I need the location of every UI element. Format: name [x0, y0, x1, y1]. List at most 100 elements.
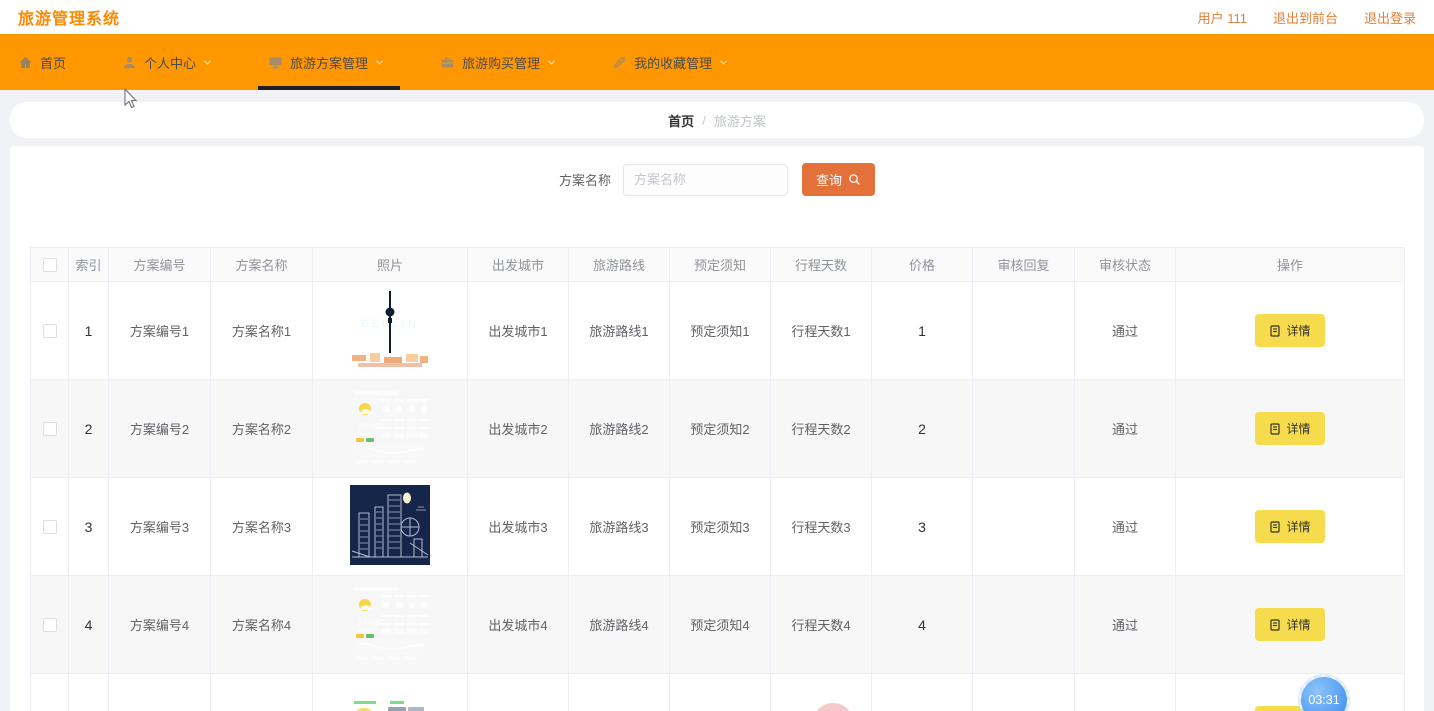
breadcrumb: 首页 / 旅游方案 — [10, 102, 1424, 138]
nav-item-favorites[interactable]: 我的收藏管理 — [600, 34, 754, 90]
column-header: 预定须知 — [669, 247, 771, 282]
cell-index: 4 — [68, 575, 109, 674]
nav-item-purchase[interactable]: 旅游购买管理 — [428, 34, 582, 90]
app-title: 旅游管理系统 — [18, 11, 121, 28]
cell-index: 3 — [68, 477, 109, 576]
cell-departure-city: 出发城市1 — [467, 281, 569, 380]
cell-plan-code — [108, 673, 211, 711]
cell-booking-notice — [669, 673, 771, 711]
detail-button-label: 详情 — [1286, 520, 1311, 534]
column-header: 方案名称 — [210, 247, 313, 282]
cell-trip-days: 行程天数4 — [770, 575, 872, 674]
nav-item-home[interactable]: 首页 — [6, 34, 92, 90]
cell-photo: 27~18° — [312, 575, 468, 674]
cell-plan-name: 方案名称3 — [210, 477, 313, 576]
cell-plan-name: 方案名称2 — [210, 379, 313, 478]
nav-item-label: 我的收藏管理 — [634, 55, 713, 71]
chevron-down-icon — [719, 59, 728, 65]
breadcrumb-home-link[interactable]: 首页 — [668, 111, 694, 130]
column-header: 审核状态 — [1074, 247, 1176, 282]
logout-link[interactable]: 退出登录 — [1364, 8, 1416, 27]
cell-photo: 27~18° — [312, 379, 468, 478]
cell-photo — [312, 477, 468, 576]
column-header: 方案编号 — [108, 247, 211, 282]
document-icon — [1270, 618, 1281, 631]
detail-button[interactable]: 详情 — [1255, 412, 1325, 445]
column-header: 索引 — [68, 247, 109, 282]
row-checkbox[interactable] — [42, 324, 57, 339]
search-field-label: 方案名称 — [558, 173, 611, 188]
nav-item-profile[interactable]: 个人中心 — [110, 34, 238, 90]
cell-plan-name — [210, 673, 313, 711]
cell-departure-city — [467, 673, 569, 711]
row-checkbox[interactable] — [42, 520, 57, 535]
column-header: 旅游路线 — [568, 247, 670, 282]
cell-actions: 详情 — [1175, 673, 1405, 711]
cell-index: 1 — [68, 281, 109, 380]
exit-to-front-link[interactable]: 退出到前台 — [1273, 8, 1338, 27]
detail-button[interactable]: 详情 — [1255, 314, 1325, 347]
detail-button[interactable]: 详情 — [1255, 510, 1325, 543]
detail-button-label: 详情 — [1286, 618, 1311, 632]
detail-button-label: 详情 — [1286, 422, 1311, 436]
table-row: 1方案编号1方案名称1 BERLIN 出发城市1旅游路线1预定须知1行程天数11… — [30, 281, 1405, 380]
search-input[interactable] — [623, 163, 788, 196]
header-links: 用户 111 退出到前台 退出登录 — [1198, 8, 1416, 27]
column-header: 行程天数 — [770, 247, 872, 282]
svg-text:27~18°: 27~18° — [358, 618, 384, 627]
cell-actions: 详情 — [1175, 575, 1405, 674]
column-header: 出发城市 — [467, 247, 569, 282]
cell-photo — [312, 673, 468, 711]
nav-item-label: 个人中心 — [144, 55, 197, 71]
cell-price: 3 — [871, 477, 973, 576]
column-header: 照片 — [312, 247, 468, 282]
cell-plan-code: 方案编号2 — [108, 379, 211, 478]
search-button[interactable]: 查询 — [802, 163, 876, 196]
cell-plan-code: 方案编号4 — [108, 575, 211, 674]
cell-photo: BERLIN — [312, 281, 468, 380]
current-user-label: 用户 111 — [1197, 10, 1247, 26]
user-icon — [123, 56, 136, 68]
row-checkbox[interactable] — [42, 422, 57, 437]
home-icon — [19, 56, 32, 68]
sunny-weather-widget[interactable] — [350, 674, 430, 711]
table-row: 2 方案编号2 方案名称2 27~18° 出发城市2 旅游路线2 预定须知2 行程天数2 2… — [30, 379, 1405, 478]
cell-departure-city: 出发城市2 — [467, 379, 569, 478]
berlin-tower-night-photo[interactable]: BERLIN — [350, 285, 430, 373]
cell-trip-days: 行程天数2 — [770, 379, 872, 478]
cell-price: 2 — [871, 379, 973, 478]
cell-actions: 详情 — [1175, 477, 1405, 576]
cell-departure-city: 出发城市4 — [467, 575, 569, 674]
cell-booking-notice: 预定须知1 — [669, 281, 771, 380]
weather-forecast-widget[interactable]: 27~18° — [350, 583, 430, 663]
chevron-down-icon — [203, 59, 212, 65]
plans-table: 索引 方案编号 方案名称 照片 出发城市 旅游路线 预定须知 行程天数 价格 审核回复 审核状态 操作… — [30, 247, 1405, 711]
monitor-icon — [269, 56, 282, 69]
nav-item-label: 旅游方案管理 — [290, 55, 369, 71]
document-icon — [1270, 324, 1281, 337]
recording-timer-badge[interactable]: 03:31 — [1299, 675, 1349, 711]
cell-plan-code: 方案编号3 — [108, 477, 211, 576]
cell-departure-city: 出发城市3 — [467, 477, 569, 576]
blueprint-city-night[interactable] — [350, 485, 430, 565]
cell-review-reply — [972, 281, 1075, 380]
column-header: 价格 — [871, 247, 973, 282]
detail-button[interactable]: 详情 — [1255, 608, 1325, 641]
search-button-label: 查询 — [816, 173, 843, 188]
breadcrumb-current: 旅游方案 — [713, 113, 766, 129]
chevron-down-icon — [547, 59, 556, 65]
select-all-checkbox[interactable] — [42, 258, 57, 273]
nav-item-label: 首页 — [40, 55, 67, 71]
search-form: 方案名称 查询 — [10, 163, 1424, 196]
cell-booking-notice: 预定须知3 — [669, 477, 771, 576]
table-body: 1方案编号1方案名称1 BERLIN 出发城市1旅游路线1预定须知1行程天数11… — [30, 281, 1405, 711]
table-header-row: 索引 方案编号 方案名称 照片 出发城市 旅游路线 预定须知 行程天数 价格 审核回复 审核状态 操作 — [30, 247, 1405, 282]
cell-review-reply — [972, 575, 1075, 674]
edit-icon — [613, 55, 626, 68]
briefcase-icon — [441, 57, 454, 68]
nav-item-plans[interactable]: 旅游方案管理 — [256, 34, 410, 90]
cell-review-status: 通过 — [1074, 281, 1176, 380]
cell-review-reply — [972, 477, 1075, 576]
weather-forecast-widget[interactable]: 27~18° — [350, 387, 430, 467]
row-checkbox[interactable] — [42, 618, 57, 633]
